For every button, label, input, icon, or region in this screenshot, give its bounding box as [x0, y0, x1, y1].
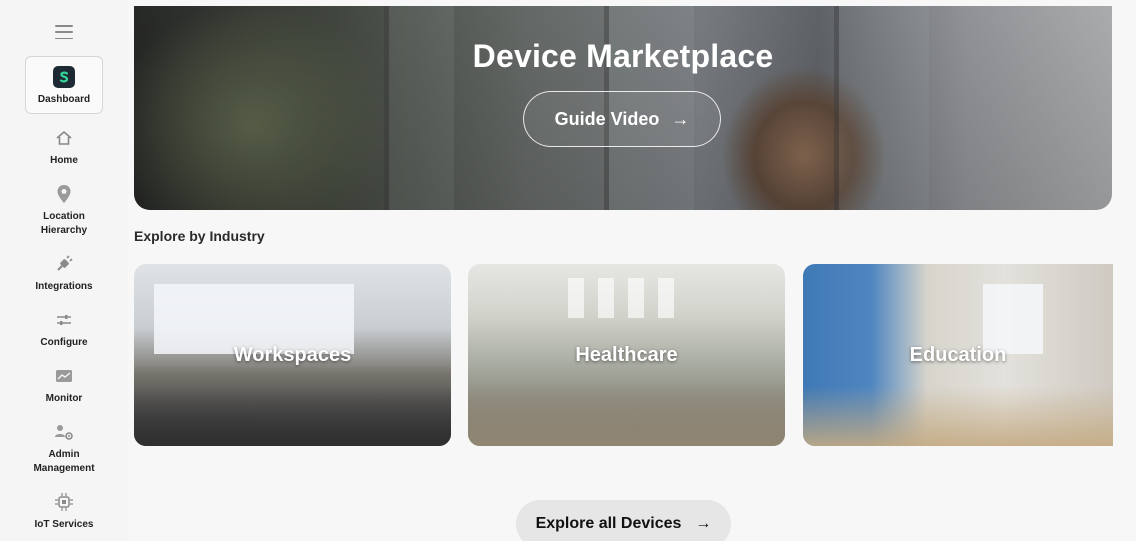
guide-video-label: Guide Video	[554, 108, 660, 129]
plug-icon	[52, 252, 76, 276]
dashboard-logo-icon	[52, 65, 76, 89]
sidebar-item-label: Home	[50, 155, 78, 166]
industry-card-healthcare[interactable]: Healthcare	[468, 264, 785, 446]
main-content: Device Marketplace Guide Video → Explore…	[128, 0, 1136, 541]
industry-card-workspaces[interactable]: Workspaces	[134, 264, 451, 446]
sidebar-item-label: IoT Services	[34, 519, 94, 530]
location-pin-icon	[52, 182, 76, 206]
section-title-explore-by-industry: Explore by Industry	[134, 228, 265, 244]
industry-card-label: Healthcare	[575, 343, 678, 366]
explore-all-devices-label: Explore all Devices	[535, 515, 682, 532]
sidebar-item-home[interactable]: Home	[25, 126, 103, 168]
hero-banner: Device Marketplace Guide Video →	[134, 6, 1112, 210]
sidebar-item-dashboard[interactable]: Dashboard	[25, 56, 103, 114]
explore-all-devices-button[interactable]: Explore all Devices →	[516, 500, 731, 541]
hero-title: Device Marketplace	[472, 38, 774, 74]
sidebar-item-label: Admin Management	[33, 449, 95, 474]
sliders-icon	[52, 308, 76, 332]
arrow-right-icon: →	[671, 108, 690, 129]
industry-card-label: Workspaces	[233, 343, 352, 366]
sidebar: Dashboard Home Location Hierarchy Integr…	[0, 0, 128, 541]
hamburger-menu-icon[interactable]	[53, 22, 75, 42]
admin-gear-icon	[52, 420, 76, 444]
sidebar-item-label: Configure	[40, 337, 88, 348]
industry-card-education[interactable]: Education	[803, 264, 1113, 446]
industry-card-label: Education	[909, 343, 1007, 366]
sidebar-item-label: Integrations	[35, 281, 93, 292]
sidebar-item-label: Dashboard	[37, 94, 91, 105]
sidebar-item-label: Location Hierarchy	[40, 211, 88, 236]
guide-video-button[interactable]: Guide Video →	[523, 91, 721, 147]
home-icon	[52, 126, 76, 150]
sidebar-item-admin-management[interactable]: Admin Management	[25, 420, 103, 476]
sidebar-item-integrations[interactable]: Integrations	[25, 252, 103, 294]
arrow-right-icon: →	[695, 515, 712, 532]
sidebar-item-configure[interactable]: Configure	[25, 308, 103, 350]
chip-icon	[52, 490, 76, 514]
sidebar-item-monitor[interactable]: Monitor	[25, 364, 103, 406]
sidebar-item-iot-services[interactable]: IoT Services	[25, 490, 103, 532]
sidebar-item-label: Monitor	[45, 393, 83, 404]
sidebar-item-location-hierarchy[interactable]: Location Hierarchy	[25, 182, 103, 238]
monitor-chart-icon	[52, 364, 76, 388]
